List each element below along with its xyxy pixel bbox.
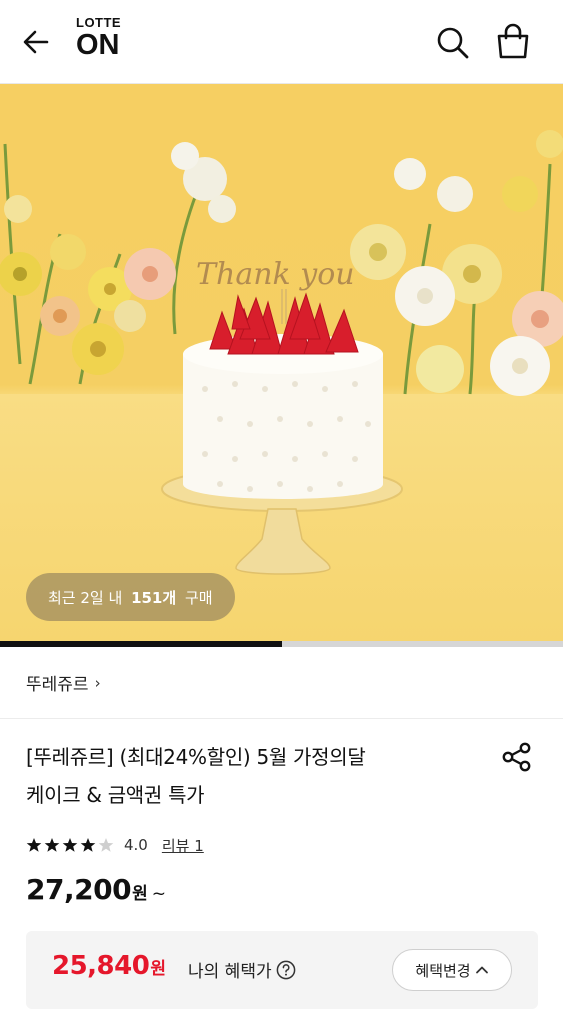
benefit-price-amount: 25,840: [52, 951, 150, 981]
arrow-left-icon: [23, 30, 49, 54]
chevron-up-icon: [475, 966, 488, 974]
lotte-on-logo[interactable]: LOTTE ON: [76, 16, 136, 64]
star-rating: [26, 837, 114, 853]
logo-top-text: LOTTE: [76, 15, 122, 30]
price-unit: 원: [132, 884, 148, 904]
cake-topper-text: Thank you: [196, 257, 355, 292]
logo-main-text: ON: [76, 29, 120, 61]
star-filled-icon: [80, 838, 96, 852]
change-benefit-label: 혜택변경: [415, 961, 471, 980]
price-suffix: ~: [151, 884, 166, 904]
chevron-right-icon: ›: [94, 673, 101, 692]
product-price: 27,200 원 ~: [26, 873, 166, 906]
product-title-line1: [뚜레쥬르] (최대24%할인) 5월 가정의달: [26, 745, 366, 769]
star-filled-icon: [26, 838, 42, 852]
question-circle-icon[interactable]: [276, 960, 296, 980]
search-button[interactable]: [434, 24, 472, 62]
change-benefit-button[interactable]: 혜택변경: [392, 949, 512, 991]
star-filled-icon: [62, 838, 78, 852]
search-icon: [437, 27, 469, 59]
price-amount: 27,200: [26, 873, 132, 906]
star-filled-icon: [44, 838, 60, 852]
cake: Thank you: [183, 257, 383, 499]
product-title: [뚜레쥬르] (최대24%할인) 5월 가정의달 케이크 & 금액권 특가: [26, 738, 476, 814]
product-image-carousel[interactable]: Thank you 최근 2일 내 151개 구매: [0, 84, 563, 641]
benefit-label: 나의 혜택가: [188, 957, 296, 982]
rating-row: 4.0 리뷰 1: [26, 832, 204, 858]
recent-purchase-badge: 최근 2일 내 151개 구매: [26, 573, 235, 621]
rating-value: 4.0: [124, 836, 148, 854]
product-title-line2: 케이크 & 금액권 특가: [26, 783, 205, 807]
benefit-price: 25,840 원: [52, 951, 166, 981]
top-app-bar: LOTTE ON: [0, 0, 563, 84]
benefit-label-text: 나의 혜택가: [188, 962, 272, 982]
shopping-bag-icon: [497, 23, 529, 59]
store-link[interactable]: 뚜레쥬르 ›: [0, 647, 563, 719]
purchase-prefix: 최근 2일 내: [48, 588, 128, 607]
share-button[interactable]: [500, 740, 534, 774]
cart-button[interactable]: [494, 22, 532, 62]
back-button[interactable]: [20, 24, 60, 60]
purchase-count: 151개: [131, 588, 177, 607]
purchase-suffix: 구매: [180, 588, 213, 607]
review-link[interactable]: 리뷰 1: [162, 835, 204, 856]
share-icon: [502, 742, 531, 772]
star-empty-icon: [98, 838, 114, 852]
cake-photo: Thank you: [0, 130, 563, 575]
benefit-price-box: 25,840 원 나의 혜택가 혜택변경: [26, 931, 538, 1009]
store-name: 뚜레쥬르: [26, 675, 89, 695]
benefit-price-unit: 원: [150, 959, 166, 979]
